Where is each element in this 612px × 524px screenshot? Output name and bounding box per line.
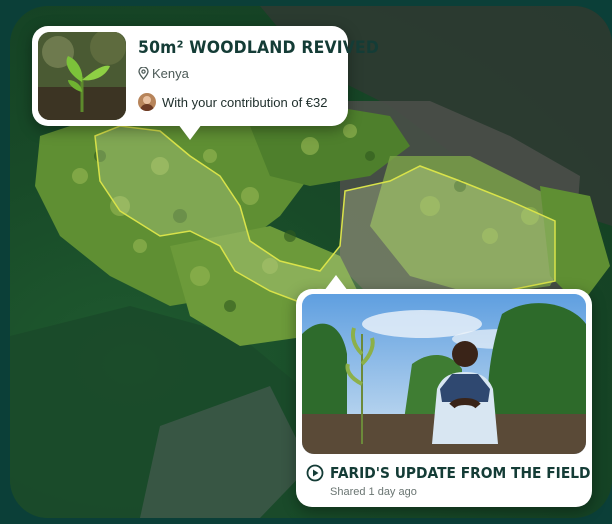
woodland-info-card[interactable]: 50m² WOODLAND REVIVED Kenya With your co…	[32, 26, 379, 140]
location-text: Kenya	[152, 66, 189, 81]
seedling-photo	[38, 32, 126, 120]
update-title[interactable]: FARID'S UPDATE FROM THE FIELD	[330, 464, 590, 482]
plot-title: 50m² WOODLAND REVIVED	[138, 38, 380, 58]
play-circle-icon[interactable]	[306, 464, 324, 482]
field-update-card[interactable]: FARID'S UPDATE FROM THE FIELD Shared 1 d…	[296, 275, 592, 507]
shared-timestamp: Shared 1 day ago	[330, 486, 417, 498]
map-pin-icon	[138, 67, 149, 80]
location-row: Kenya	[138, 66, 189, 81]
user-avatar	[138, 93, 156, 111]
contribution-text: With your contribution of €32	[162, 95, 328, 110]
contribution-row: With your contribution of €32	[138, 93, 327, 111]
video-thumbnail[interactable]	[302, 294, 586, 454]
